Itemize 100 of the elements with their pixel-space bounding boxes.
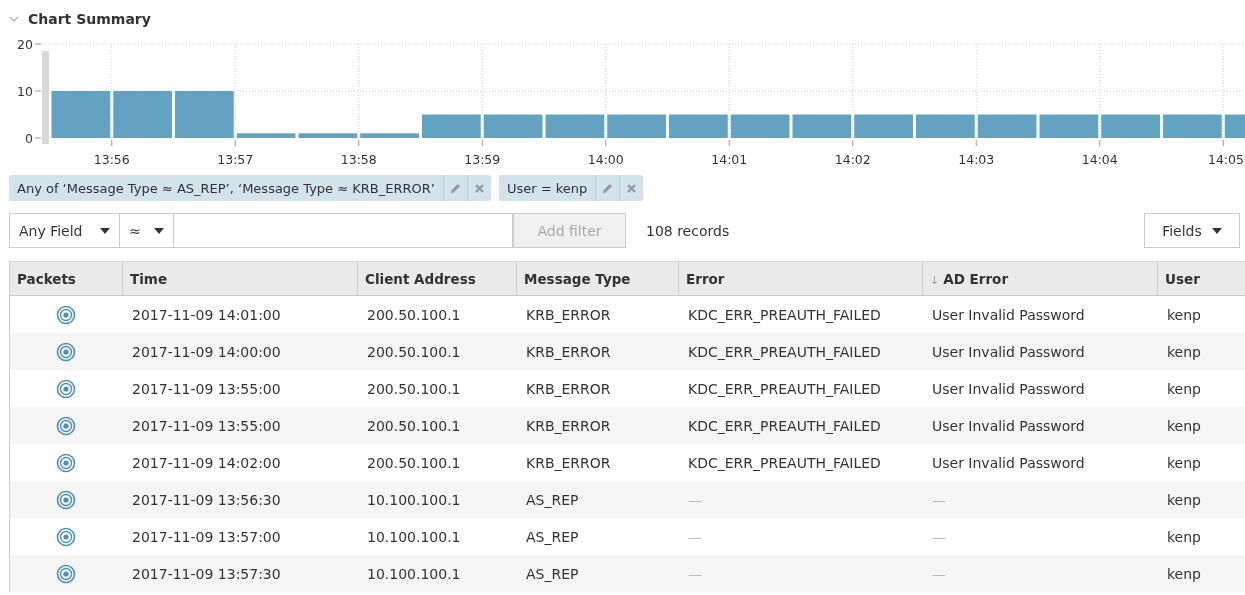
table-cell: 200.50.100.1 [357, 370, 517, 407]
x-tick-label: 14:00 [587, 152, 624, 167]
x-tick-label: 13:58 [340, 152, 377, 167]
scroll-handle[interactable] [42, 51, 49, 144]
table-cell: AS_REP [516, 481, 679, 518]
chevron-icon[interactable] [9, 16, 19, 22]
y-tick-label: 0 [25, 131, 33, 146]
table-cell: User Invalid Password [922, 295, 1158, 333]
x-tick-label: 13:57 [217, 152, 254, 167]
packets-icon[interactable] [56, 489, 76, 510]
bar [51, 91, 111, 138]
close-icon [473, 182, 485, 194]
table-cell: AS_REP [516, 555, 679, 592]
packets-icon[interactable] [56, 341, 76, 362]
table-cell: — [678, 481, 923, 518]
table-cell: 200.50.100.1 [357, 295, 517, 333]
packets-icon[interactable] [56, 304, 76, 325]
table-cell: 10.100.100.1 [357, 555, 517, 592]
table-cell: KDC_ERR_PREAUTH_FAILED [678, 333, 923, 370]
column-label: Message Type [524, 270, 631, 287]
table-cell: KRB_ERROR [516, 444, 679, 481]
column-header[interactable]: Error [678, 261, 923, 296]
table-cell: KRB_ERROR [516, 295, 679, 333]
bar [236, 133, 296, 138]
table-cell: — [678, 555, 923, 592]
bar [916, 114, 975, 138]
caret-icon [100, 227, 110, 234]
column-header[interactable]: Time [122, 261, 358, 296]
y-tick-label: 20 [17, 37, 33, 52]
column-label: Error [686, 270, 725, 287]
caret-icon [154, 227, 164, 234]
bar [977, 114, 1037, 138]
bar [360, 133, 419, 138]
table-cell: 2017-11-09 13:57:30 [122, 555, 358, 592]
table-cell: User Invalid Password [922, 333, 1158, 370]
table-cell: KRB_ERROR [516, 407, 679, 444]
y-tick-label: 10 [17, 84, 33, 99]
column-header[interactable]: User [1157, 261, 1245, 296]
table-cell: KDC_ERR_PREAUTH_FAILED [678, 295, 923, 333]
packets-icon[interactable] [56, 378, 76, 399]
table-cell: kenp [1157, 333, 1245, 370]
table-cell: KDC_ERR_PREAUTH_FAILED [678, 444, 923, 481]
table-cell: kenp [1157, 518, 1245, 555]
bar [298, 133, 358, 138]
close-icon [626, 182, 638, 194]
table-cell: kenp [1157, 444, 1245, 481]
pencil-icon [602, 182, 614, 194]
column-label: Packets [17, 270, 76, 287]
column-label: Client Address [365, 270, 476, 287]
record-count: 108 records [646, 222, 731, 239]
table-cell: — [678, 518, 923, 555]
table-cell: 200.50.100.1 [357, 407, 517, 444]
table-cell: — [922, 518, 1158, 555]
table-cell: kenp [1157, 295, 1245, 333]
caret-icon [1211, 227, 1222, 234]
packets-icon[interactable] [56, 563, 76, 584]
section-title: Chart Summary [28, 11, 151, 27]
table-cell: KDC_ERR_PREAUTH_FAILED [678, 407, 923, 444]
packets-icon[interactable] [56, 452, 76, 473]
table-cell: 2017-11-09 13:57:00 [122, 518, 358, 555]
bar [422, 114, 481, 138]
bar [607, 114, 666, 138]
table-cell: KDC_ERR_PREAUTH_FAILED [678, 370, 923, 407]
table-cell: kenp [1157, 407, 1245, 444]
packets-icon[interactable] [56, 415, 76, 436]
table-cell: — [922, 555, 1158, 592]
x-tick-label: 13:56 [93, 152, 130, 167]
table-cell: User Invalid Password [922, 370, 1158, 407]
table-cell: KRB_ERROR [516, 333, 679, 370]
filter-input[interactable] [174, 213, 513, 248]
bar [1039, 114, 1099, 138]
filter-label: User = kenp [505, 179, 589, 198]
bar [730, 114, 790, 138]
bar [854, 114, 913, 138]
table-cell: 10.100.100.1 [357, 518, 517, 555]
table-cell: KRB_ERROR [516, 370, 679, 407]
table-cell: kenp [1157, 481, 1245, 518]
x-tick-label: 14:05 [1207, 152, 1244, 167]
column-header[interactable]: Client Address [357, 261, 517, 296]
table-cell: kenp [1157, 555, 1245, 592]
packets-icon[interactable] [56, 526, 76, 547]
table-cell: 200.50.100.1 [357, 444, 517, 481]
table-cell: 2017-11-09 13:55:00 [122, 370, 358, 407]
filter-label: Any of ‘Message Type ≈ AS_REP’, ‘Message Type ≈ KRB_ERROR’ [16, 179, 436, 198]
bar [175, 91, 234, 138]
x-tick-label: 14:04 [1081, 152, 1118, 167]
pencil-icon [449, 182, 461, 194]
table-cell: — [922, 481, 1158, 518]
table-cell: 2017-11-09 14:02:00 [122, 444, 358, 481]
table-cell: 10.100.100.1 [357, 481, 517, 518]
column-label: Time [130, 270, 168, 287]
column-header[interactable]: Packets [9, 261, 123, 296]
table-cell: 2017-11-09 14:00:00 [122, 333, 358, 370]
column-label: AD Error [943, 270, 1009, 287]
table-cell: AS_REP [516, 518, 679, 555]
table-cell: 200.50.100.1 [357, 333, 517, 370]
table-cell: 2017-11-09 13:56:30 [122, 481, 358, 518]
column-header[interactable]: ↓ AD Error [922, 261, 1158, 296]
x-tick-label: 14:01 [711, 152, 748, 167]
column-header[interactable]: Message Type [516, 261, 679, 296]
